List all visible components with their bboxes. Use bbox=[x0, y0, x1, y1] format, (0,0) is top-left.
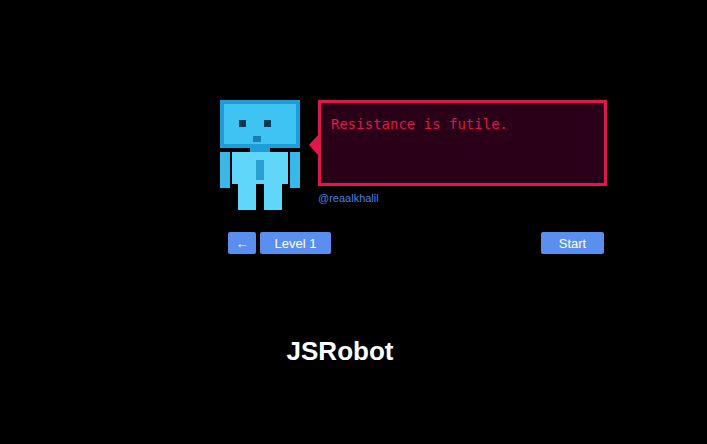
start-button[interactable]: Start bbox=[541, 232, 604, 254]
robot-scene: Resistance is futile. @reaalkhalil bbox=[220, 100, 607, 210]
speech-bubble: Resistance is futile. bbox=[318, 100, 607, 186]
author-credit[interactable]: @reaalkhalil bbox=[318, 192, 607, 204]
robot-icon bbox=[220, 100, 300, 210]
game-title: JSRobot bbox=[0, 336, 680, 367]
game-page: Resistance is futile. @reaalkhalil ← Lev… bbox=[0, 0, 707, 444]
back-button[interactable]: ← bbox=[228, 232, 256, 254]
game-stage: Resistance is futile. @reaalkhalil ← Lev… bbox=[220, 100, 607, 254]
level-button[interactable]: Level 1 bbox=[260, 232, 331, 254]
speech-text: Resistance is futile. bbox=[331, 116, 508, 132]
controls-bar: ← Level 1 Start bbox=[228, 232, 604, 254]
